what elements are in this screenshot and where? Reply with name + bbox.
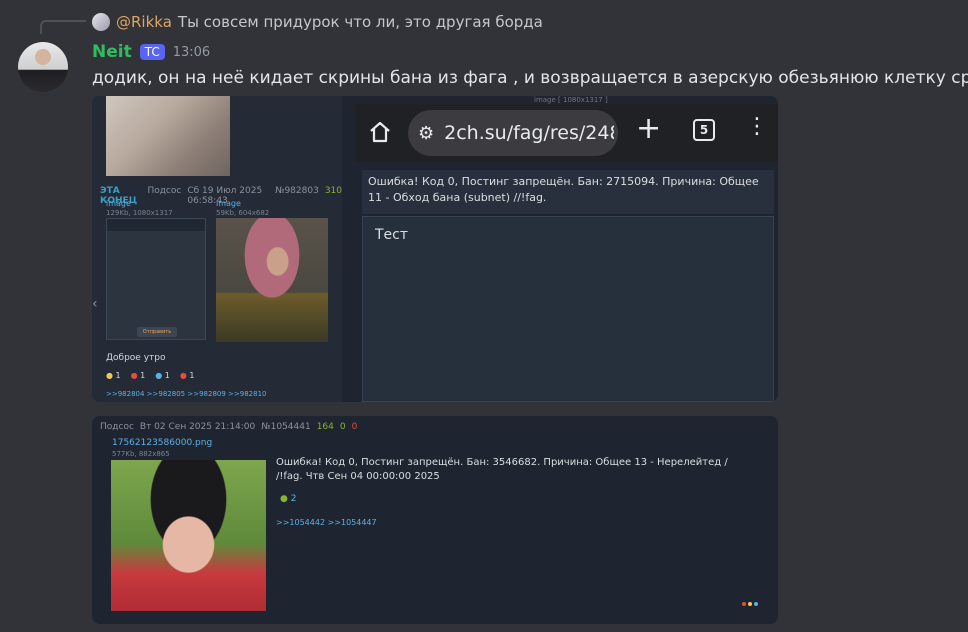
- reply-links[interactable]: >>982804 >>982805 >>982809 >>982810: [106, 390, 266, 398]
- reaction-4[interactable]: ● 1: [180, 371, 195, 380]
- avatar[interactable]: [18, 42, 68, 92]
- chevron-left-icon[interactable]: ‹: [92, 296, 98, 312]
- reaction-row: ● 1 ● 1 ● 1 ● 1: [106, 371, 195, 380]
- top-caption: image [ 1080x1317 ]: [534, 96, 608, 104]
- post-textarea[interactable]: Тест: [362, 216, 774, 402]
- emoji-icon: ●: [179, 371, 187, 380]
- reaction-2[interactable]: ● 1: [131, 371, 146, 380]
- message-content: додик, он на неё кидает скрины бана из ф…: [92, 68, 968, 88]
- image-label-left: image: [106, 199, 131, 208]
- mini-browser-bar: [107, 219, 205, 231]
- dot: [748, 602, 752, 606]
- browser-toolbar: ⚙ 2ch.su/fag/res/248 + 5 ⋮: [354, 104, 778, 162]
- mini-send-label: Отправить: [142, 329, 172, 335]
- tabs-icon[interactable]: 5: [693, 119, 715, 141]
- home-icon[interactable]: [368, 120, 392, 144]
- thumbnail-image[interactable]: [106, 96, 230, 176]
- reply-text[interactable]: Ты совсем придурок что ли, это другая бо…: [178, 13, 543, 31]
- menu-icon[interactable]: ⋮: [746, 116, 768, 138]
- post-header: Подсос Вт 02 Сен 2025 21:14:00 №1054441 …: [100, 422, 357, 432]
- post-text: Ошибка! Код 0, Постинг запрещён. Бан: 35…: [276, 457, 728, 482]
- post-number: №1054441: [261, 422, 311, 432]
- loading-dots: [742, 602, 758, 606]
- image-meta-right: 59Kb, 604x682: [216, 209, 270, 217]
- dot: [742, 602, 746, 606]
- post-sage: Подсос: [147, 186, 182, 196]
- mini-screenshot[interactable]: Отправить: [106, 218, 206, 340]
- post-image[interactable]: [111, 460, 266, 611]
- dislike-count[interactable]: 0: [352, 422, 358, 432]
- like-count[interactable]: 0: [340, 422, 346, 432]
- timestamp[interactable]: 13:06: [173, 45, 210, 60]
- post-date: Вт 02 Сен 2025 21:14:00: [139, 422, 256, 432]
- post-text: Доброе утро: [106, 353, 166, 363]
- dot: [754, 602, 758, 606]
- url-text[interactable]: 2ch.su/fag/res/248: [444, 122, 614, 144]
- post-count: 310: [324, 186, 342, 196]
- reaction-1[interactable]: ● 1: [106, 371, 121, 380]
- emoji-icon: ●: [106, 371, 113, 380]
- file-meta: 577Kb, 882x865: [112, 450, 170, 458]
- message-header: Neit TC 13:06: [92, 42, 210, 62]
- reply-spine: [40, 20, 86, 34]
- image-attachment-1[interactable]: ЭТА КОНЕЦ Подсос Сб 19 Июл 2025 06:58:43…: [92, 96, 778, 402]
- reaction-count[interactable]: ● 2: [280, 494, 296, 504]
- file-name[interactable]: 17562123586000.png: [112, 438, 212, 448]
- address-bar[interactable]: ⚙ 2ch.su/fag/res/248: [408, 110, 618, 156]
- tune-icon[interactable]: ⚙: [418, 123, 434, 144]
- thread-pane: ЭТА КОНЕЦ Подсос Сб 19 Июл 2025 06:58:43…: [92, 96, 342, 402]
- post-number: №982803: [275, 186, 319, 196]
- reply-links[interactable]: >>1054442 >>1054447: [276, 518, 377, 527]
- reply-preview[interactable]: @Rikka Ты совсем придурок что ли, это др…: [92, 12, 543, 32]
- username[interactable]: Neit: [92, 42, 132, 62]
- emoji-icon: ●: [130, 371, 138, 380]
- error-message: Ошибка! Код 0, Постинг запрещён. Бан: 27…: [362, 170, 774, 214]
- reaction-3[interactable]: ● 1: [155, 371, 170, 380]
- image-meta-left: 129Kb, 1080x1317: [106, 209, 173, 217]
- reply-username[interactable]: @Rikka: [116, 13, 172, 31]
- post-count: 164: [316, 422, 334, 432]
- photo-thumbnail[interactable]: [216, 218, 328, 342]
- image-label-right: image: [216, 199, 241, 208]
- emoji-icon: ●: [280, 494, 288, 504]
- emoji-icon: ●: [155, 371, 163, 380]
- server-tag[interactable]: TC: [139, 44, 165, 60]
- plus-icon[interactable]: +: [636, 114, 661, 144]
- reply-avatar[interactable]: [92, 13, 110, 31]
- mini-send-button: Отправить: [137, 327, 177, 337]
- image-attachment-2[interactable]: Подсос Вт 02 Сен 2025 21:14:00 №1054441 …: [92, 416, 778, 624]
- post-sage: Подсос: [100, 422, 134, 432]
